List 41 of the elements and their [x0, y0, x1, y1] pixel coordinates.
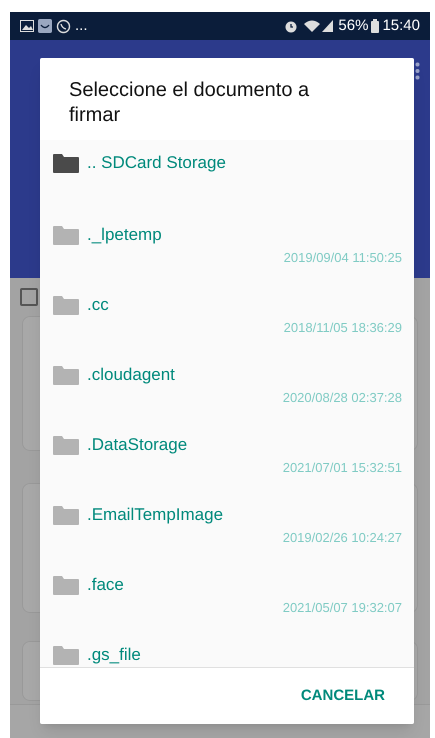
alarm-icon	[284, 19, 298, 33]
folder-icon	[53, 436, 79, 454]
folder-icon	[53, 154, 79, 172]
list-item[interactable]: .gs_file	[40, 644, 414, 667]
battery-percent: 56%	[338, 16, 368, 36]
folder-name: ._lpetemp	[87, 224, 162, 246]
dialog-title: Seleccione el documento a firmar	[68, 78, 310, 128]
list-item[interactable]: .cc 2018/11/05 18:36:29	[40, 294, 414, 364]
modified-date: 2021/07/01 15:32:51	[282, 459, 402, 477]
wifi-icon	[304, 20, 320, 32]
modified-date: 2021/05/07 19:32:07	[282, 599, 402, 617]
folder-icon	[53, 576, 79, 594]
folder-name: .DataStorage	[87, 434, 188, 456]
modified-date: 2019/09/04 11:50:25	[284, 249, 402, 267]
signal-icon	[322, 20, 334, 32]
more-icon[interactable]	[415, 62, 420, 80]
folder-icon	[53, 506, 79, 524]
folder-name: .cc	[87, 294, 109, 316]
list-item[interactable]: .EmailTempImage 2019/02/26 10:24:27	[40, 504, 414, 574]
folder-icon	[53, 296, 79, 314]
folder-icon	[53, 226, 79, 244]
list-item[interactable]: .face 2021/05/07 19:32:07	[40, 574, 414, 644]
modified-date: 2018/11/05 18:36:29	[284, 319, 402, 337]
battery-icon	[371, 19, 380, 33]
folder-name: .EmailTempImage	[87, 504, 224, 526]
modified-date: 2019/02/26 10:24:27	[282, 529, 402, 547]
clock: 15:40	[382, 16, 420, 36]
image-icon	[20, 20, 34, 32]
cancel-button[interactable]: CANCELAR	[294, 678, 392, 714]
more-notifications: ...	[75, 16, 88, 36]
folder-icon	[53, 646, 79, 664]
folder-name: .face	[87, 574, 124, 596]
folder-name: .cloudagent	[87, 364, 175, 386]
list-item[interactable]: .. SDCard Storage	[40, 152, 234, 174]
list-item[interactable]: .DataStorage 2021/07/01 15:32:51	[40, 434, 414, 504]
list-item[interactable]: ._lpetemp 2019/09/04 11:50:25	[40, 224, 414, 294]
folder-icon	[53, 366, 79, 384]
checkbox[interactable]	[20, 288, 38, 306]
modified-date: 2020/08/28 02:37:28	[282, 389, 402, 407]
list-item[interactable]: .cloudagent 2020/08/28 02:37:28	[40, 364, 414, 434]
folder-name: .gs_file	[87, 644, 141, 666]
